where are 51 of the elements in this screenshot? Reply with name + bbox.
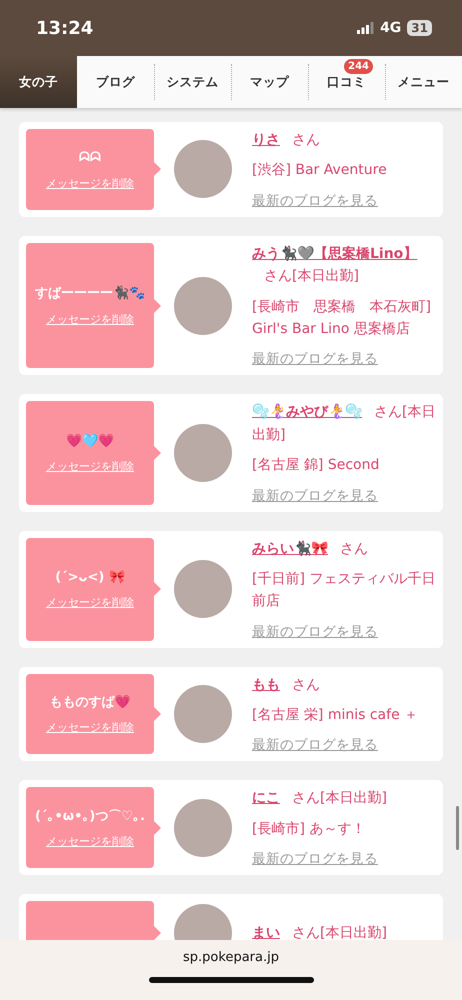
nav-tab[interactable]: 女の子 bbox=[0, 56, 77, 108]
name-line: もも さん bbox=[252, 676, 321, 695]
name-link[interactable]: みらい🐈‍⬛🎀 bbox=[252, 540, 328, 557]
message-text: もものすば💗 bbox=[50, 694, 130, 712]
name-link[interactable]: 🫧🧜‍♀みやび🧜‍♀🫧 bbox=[252, 404, 362, 420]
nav-tab[interactable]: ブログ bbox=[77, 56, 154, 108]
delete-message-link[interactable]: メッセージを削除 bbox=[46, 459, 134, 474]
delete-message-link[interactable]: メッセージを削除 bbox=[46, 834, 134, 850]
count-badge: 244 bbox=[344, 59, 373, 74]
signal-icon bbox=[357, 22, 374, 34]
name-line: りさ さん bbox=[252, 131, 321, 150]
clock-time: 13:24 bbox=[36, 18, 94, 38]
shop-text: [長崎市] あ～す！ bbox=[252, 820, 366, 839]
message-text: すばーーーー🐈‍⬛🐾 bbox=[35, 284, 145, 304]
name-line: みらい🐈‍⬛🎀 さん bbox=[252, 540, 369, 559]
message-text: ᗣᗣ bbox=[79, 149, 101, 168]
nav-tab[interactable]: システム bbox=[154, 56, 231, 108]
name-line: みう🐈‍⬛🩶【思案橋Lino】 さん[本日出勤] bbox=[252, 244, 418, 286]
name-link[interactable]: まい bbox=[252, 925, 280, 942]
network-label: 4G bbox=[380, 20, 402, 36]
message-text: (ˊ｡•ω•｡)つ⌒♡｡. bbox=[35, 808, 145, 826]
nav-tab[interactable]: メニュー bbox=[385, 56, 462, 108]
name-link[interactable]: にこ bbox=[252, 790, 280, 806]
name-line: まい さん[本日出勤] bbox=[252, 924, 388, 944]
shop-text: [名古屋 栄] minis cafe ＋ bbox=[252, 706, 420, 726]
message-text: (ˊ>ᴗ<) 🎀 bbox=[55, 568, 125, 587]
delete-message-link[interactable]: メッセージを削除 bbox=[46, 176, 134, 191]
blog-link[interactable]: 最新のブログを見る bbox=[252, 622, 436, 641]
name-link[interactable]: みう🐈‍⬛🩶【思案橋Lino】 bbox=[252, 246, 418, 262]
shop-text: [名古屋 錦] Second bbox=[252, 456, 380, 476]
name-link[interactable]: もも bbox=[252, 676, 280, 693]
shop-text: [渋谷] Bar Aventure bbox=[252, 161, 388, 180]
blog-link[interactable]: 最新のブログを見る bbox=[252, 850, 436, 868]
name-line: 🫧🧜‍♀みやび🧜‍♀🫧 さん[本日出勤] bbox=[252, 402, 436, 445]
shop-text: [千日前] フェスティバル千日前店 bbox=[252, 570, 436, 612]
name-line: にこ さん[本日出勤] bbox=[252, 789, 388, 808]
delete-message-link[interactable]: メッセージを削除 bbox=[46, 595, 134, 610]
battery-level: 31 bbox=[407, 20, 432, 36]
shop-text: [長崎市 思案橋 本石灰町] Girl's Bar Lino 思案橋店 bbox=[252, 298, 432, 339]
blog-link[interactable]: 最新のブログを見る bbox=[252, 350, 436, 368]
nav-tab[interactable]: マップ bbox=[231, 56, 308, 108]
delete-message-link[interactable]: メッセージを削除 bbox=[46, 312, 134, 327]
nav-tab[interactable]: 口コミ 244 bbox=[308, 56, 385, 108]
scroll-indicator bbox=[456, 806, 459, 850]
blog-link[interactable]: 最新のブログを見る bbox=[252, 736, 436, 754]
url-text[interactable]: sp.pokepara.jp bbox=[183, 950, 279, 965]
blog-link[interactable]: 最新のブログを見る bbox=[252, 486, 436, 505]
blog-link[interactable]: 最新のブログを見る bbox=[252, 192, 436, 210]
delete-message-link[interactable]: メッセージを削除 bbox=[46, 720, 134, 736]
name-link[interactable]: りさ bbox=[252, 132, 280, 148]
message-text: 💗🩵💗 bbox=[66, 432, 114, 451]
